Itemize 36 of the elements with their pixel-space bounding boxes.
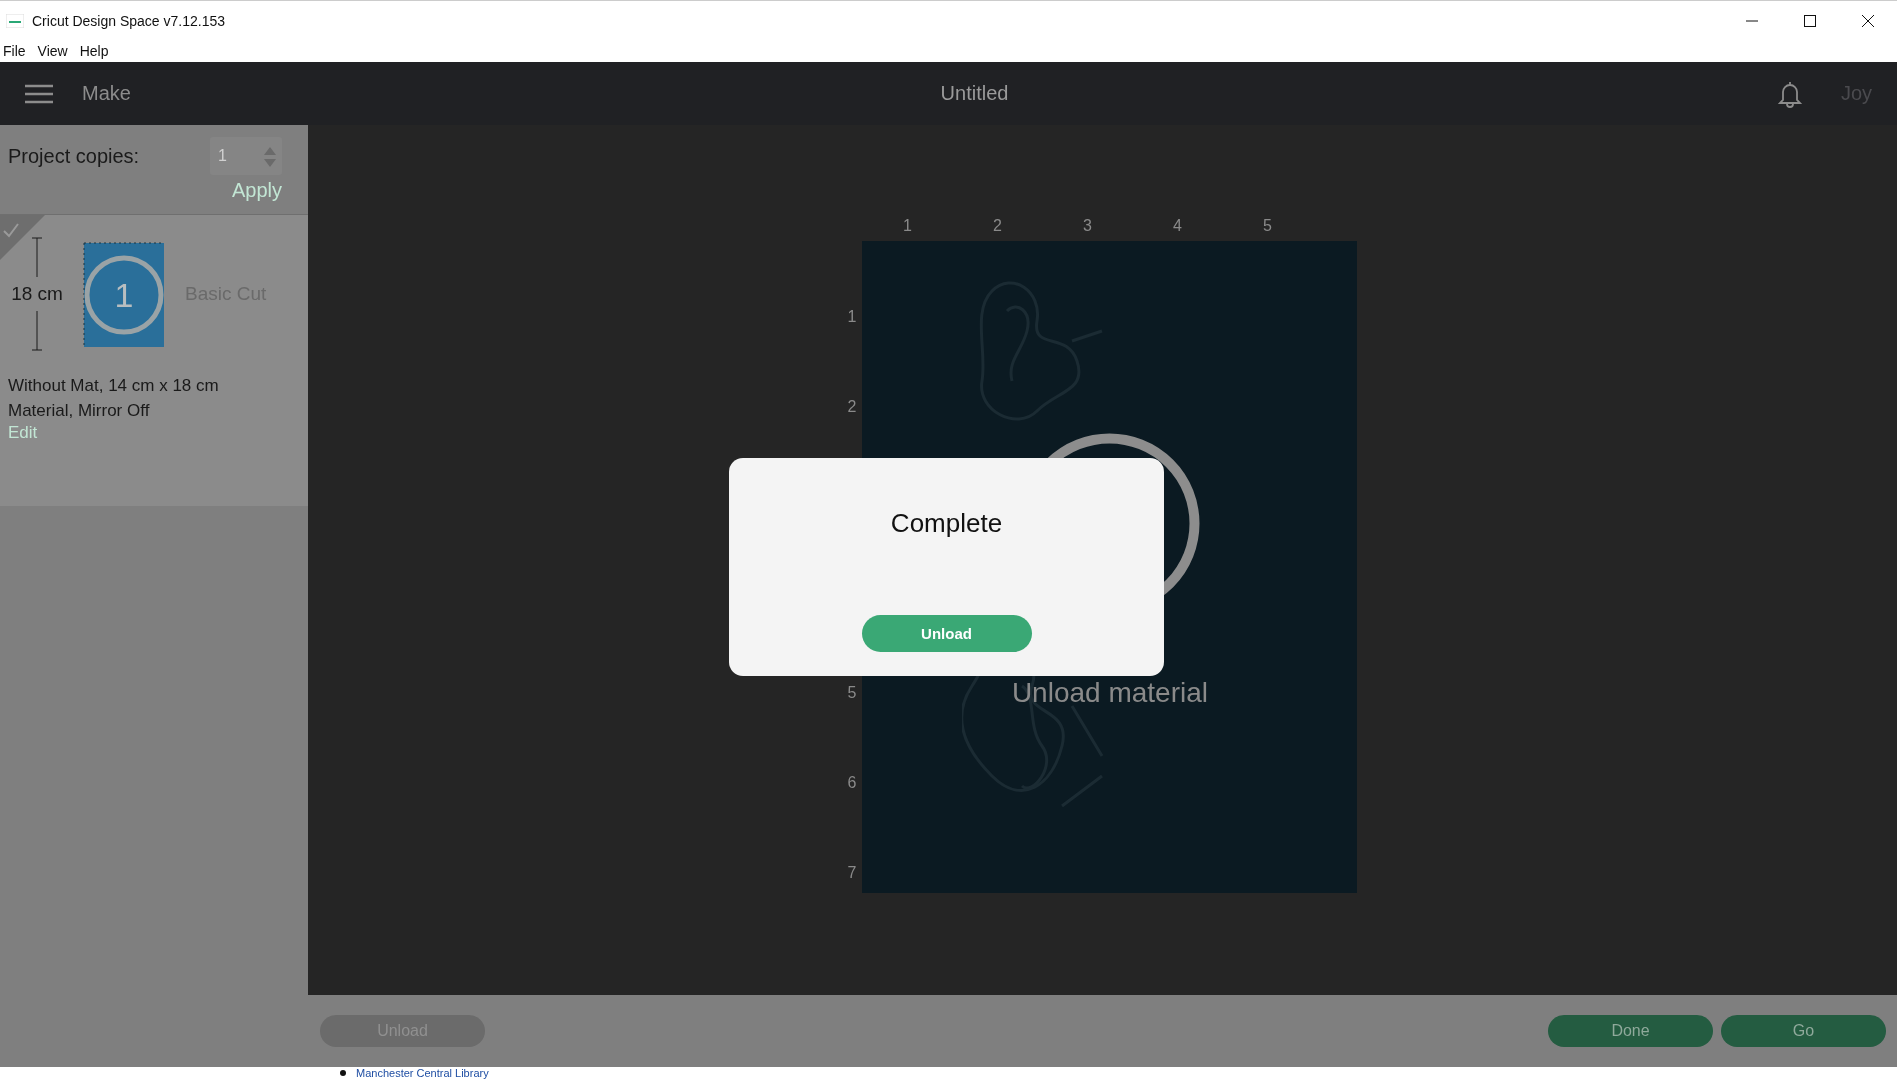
menu-item[interactable]: View: [34, 43, 77, 59]
ruler-number: 3: [1083, 217, 1092, 236]
mat-thumbnail: 1: [82, 241, 164, 347]
ruler-number: 5: [1263, 217, 1272, 236]
ruler-number: 6: [847, 773, 857, 793]
section-title: Make: [82, 82, 131, 105]
list-item-link[interactable]: Manchester Central Library: [356, 1067, 489, 1079]
mat-height: 18 cm: [11, 282, 63, 306]
ruler-number: 4: [1173, 217, 1182, 236]
menu-icon[interactable]: [24, 83, 54, 104]
bullet-icon: [340, 1070, 346, 1076]
ruler-number: 2: [993, 217, 1002, 236]
window-title: Cricut Design Space v7.12.153: [32, 12, 225, 29]
copies-label: Project copies:: [8, 144, 141, 168]
menu-item[interactable]: Help: [76, 43, 118, 59]
edit-link[interactable]: Edit: [8, 423, 38, 442]
action-button[interactable]: Go: [1721, 1015, 1886, 1047]
ruler-number: 1: [847, 307, 857, 327]
app-icon: [6, 13, 24, 28]
ruler-number: 5: [847, 683, 857, 703]
unload-button[interactable]: Unload: [861, 615, 1032, 652]
apply-link[interactable]: Apply: [231, 179, 282, 202]
ruler-number: 1: [903, 217, 912, 236]
status-text: Unload material: [1010, 677, 1209, 709]
ruler-number: 2: [847, 397, 857, 417]
menu-item[interactable]: File: [0, 43, 35, 59]
mat-details: Without Mat, 14 cm x 18 cm Material, Mirror Off: [8, 375, 220, 422]
project-title: Untitled: [939, 82, 1009, 105]
close-icon[interactable]: [1861, 13, 1875, 28]
ruler-number: 7: [847, 863, 857, 883]
dimension-line-icon: [30, 237, 44, 277]
bell-icon[interactable]: [1776, 79, 1803, 108]
dialog-title: Complete: [890, 508, 1003, 539]
maximize-icon[interactable]: [1803, 13, 1817, 28]
action-button[interactable]: Done: [1548, 1015, 1713, 1047]
dimension-line-icon: [30, 311, 44, 351]
